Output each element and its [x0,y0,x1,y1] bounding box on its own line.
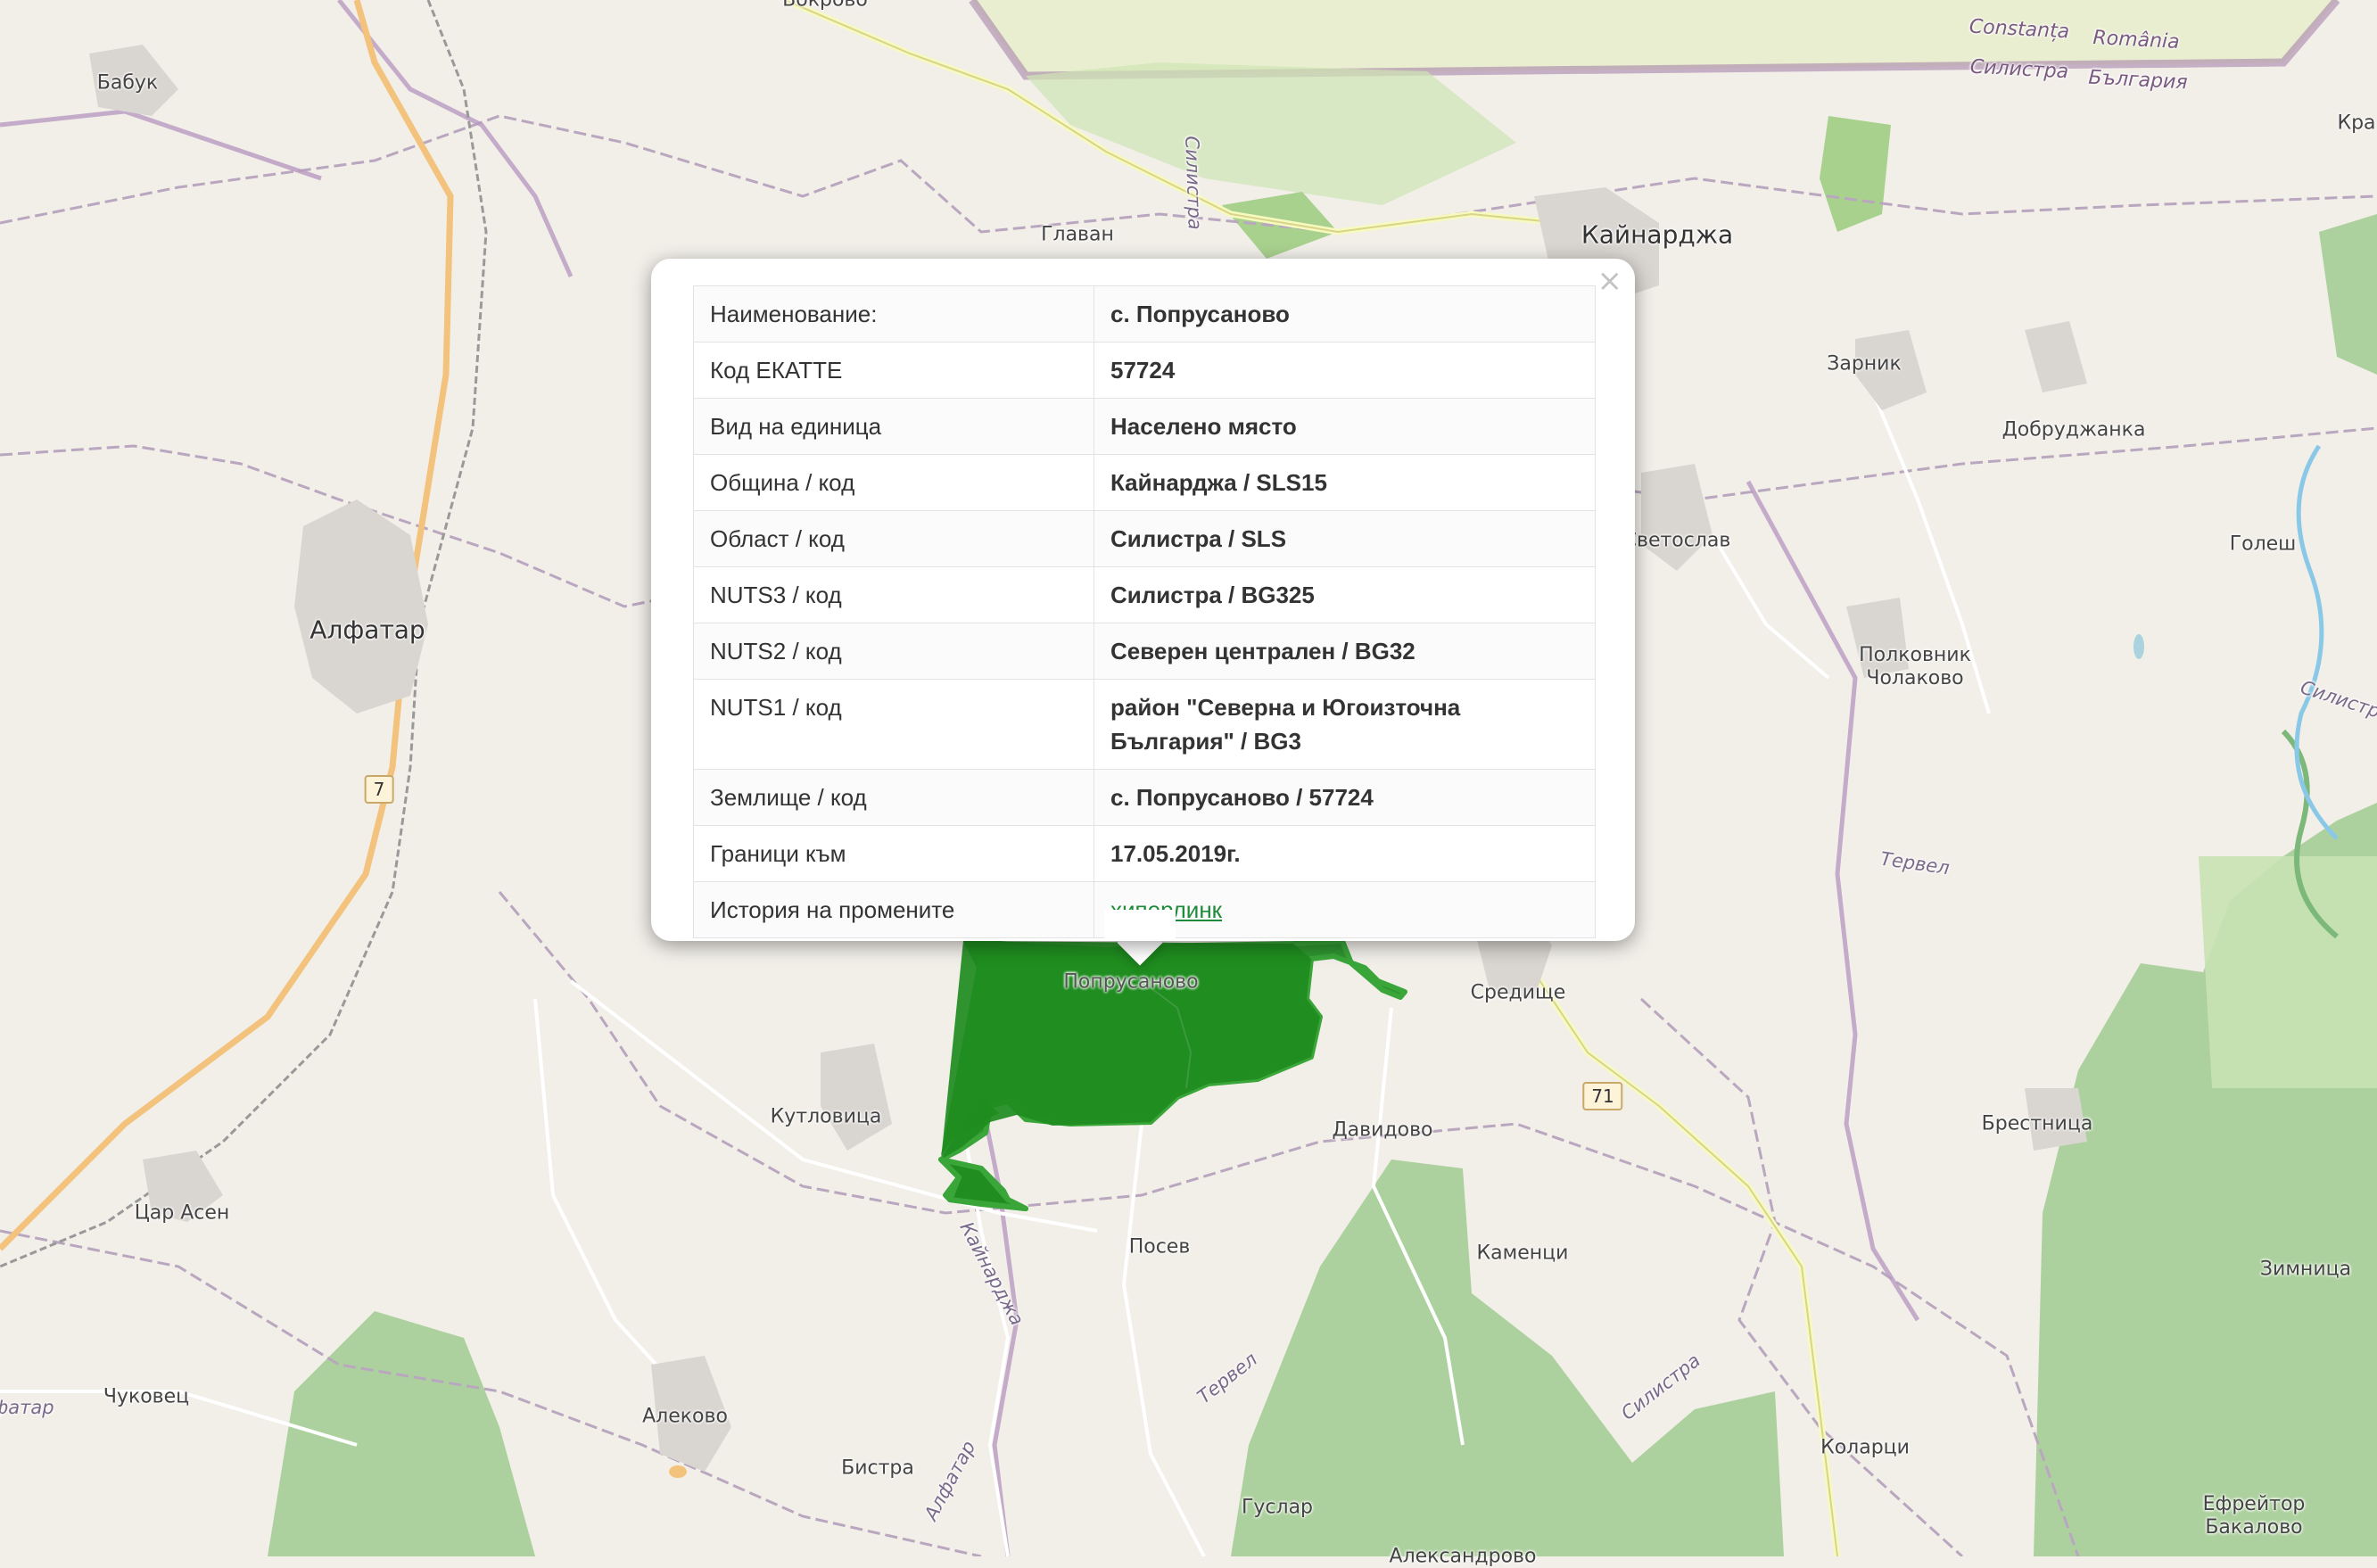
place-label-vokrovo: Вокрово [782,0,868,12]
attribute-label: NUTS1 / код [693,679,1094,770]
popup-tip-mask [1104,910,1176,940]
attribute-label: NUTS3 / код [693,566,1094,623]
place-label-svetoslav: Светослав [1622,529,1731,552]
attribute-value: 17.05.2019г. [1094,825,1596,882]
place-label-guslar: Гуслар [1241,1496,1314,1519]
place-label-bistra: Бистра [841,1457,914,1480]
road-shield-71: 71 [1582,1082,1623,1110]
table-row: Землище / код с. Попрусаново / 57724 [693,769,1596,826]
place-label-babuk: Бабук [96,71,159,95]
border-label-romania: România [2092,26,2181,54]
attribute-value: Силистра / BG325 [1094,566,1596,623]
place-label-tsar-asen: Цар Асен [134,1201,230,1225]
road-shield-7: 7 [364,775,394,804]
place-label-efreytor-bakalovo: Ефрейтор Бакалово [2202,1493,2306,1539]
attribute-label: Област / код [693,510,1094,567]
attribute-label: Вид на единица [693,398,1094,455]
info-popup: × Наименование: с. Попрусаново Код ЕКАТТЕ 5… [651,259,1635,941]
place-label-polkovnik-cholakovo: Полковник Чолаково [1859,644,1971,689]
place-label-sredishte: Средище [1470,981,1566,1004]
attribute-label: Землище / код [693,769,1094,826]
attribute-value: Северен централен / BG32 [1094,623,1596,680]
table-row: NUTS3 / код Силистра / BG325 [693,566,1596,623]
road-label-silistra-north: Силистра [1181,135,1206,231]
attribute-value: с. Попрусаново / 57724 [1094,769,1596,826]
table-row: NUTS1 / код район "Северна и Югоизточна Б… [693,679,1596,770]
attribute-label: NUTS2 / код [693,623,1094,680]
place-label-zimnitsa: Зимница [2259,1258,2352,1281]
attribute-value: Силистра / SLS [1094,510,1596,567]
table-row: Вид на единица Населено място [693,398,1596,455]
place-label-kamentsi: Каменци [1476,1242,1569,1265]
place-label-poprusanovo: Попрусаново [1063,970,1199,994]
vineyard-east [2199,856,2377,1088]
attribute-value: с. Попрусаново [1094,285,1596,342]
table-row: Код ЕКАТТЕ 57724 [693,342,1596,399]
attribute-value: Населено място [1094,398,1596,455]
table-row: Граници към 17.05.2019г. [693,825,1596,882]
attribute-value: район "Северна и Югоизточна България" / … [1094,679,1596,770]
place-label-aleksandrovo: Александрово [1389,1545,1537,1568]
place-label-alfatar: Алфатар [310,615,425,645]
attribute-label: Община / код [693,454,1094,511]
place-label-zarnik: Зарник [1827,352,1902,375]
place-label-kutlovitsa: Кутловица [770,1105,882,1128]
attribute-label: Наименование: [693,285,1094,342]
attribute-table: Наименование: с. Попрусаново Код ЕКАТТЕ 577… [693,285,1596,938]
table-row: Област / код Силистра / SLS [693,510,1596,567]
place-label-alekovo: Алеково [642,1405,728,1428]
place-label-brestnitsa: Брестница [1981,1112,2093,1135]
table-row: Наименование: с. Попрусаново [693,285,1596,342]
place-label-chukovets: Чуковец [103,1385,190,1408]
close-icon[interactable]: × [1597,266,1623,296]
road-label-alfatar-west: Алфатар [0,1397,54,1418]
attribute-label: Код ЕКАТТЕ [693,342,1094,399]
table-row: Община / код Кайнарджа / SLS15 [693,454,1596,511]
place-label-golesh: Голеш [2229,532,2297,556]
place-label-kaynardzha: Кайнарджа [1581,219,1734,250]
place-label-posev: Посев [1128,1235,1191,1259]
attribute-value: 57724 [1094,342,1596,399]
place-label-davidovo: Давидово [1332,1118,1433,1142]
place-label-kolartsi: Коларци [1820,1436,1910,1459]
place-label-glavan: Главан [1041,223,1114,246]
attribute-value: Кайнарджа / SLS15 [1094,454,1596,511]
attribute-label: История на промените [693,881,1094,938]
table-row: NUTS2 / код Северен централен / BG32 [693,623,1596,680]
place-label-kra: Кра [2337,111,2376,135]
attribute-label: Граници към [693,825,1094,882]
place-label-dobrudzhanka: Добруджанка [2001,418,2146,442]
